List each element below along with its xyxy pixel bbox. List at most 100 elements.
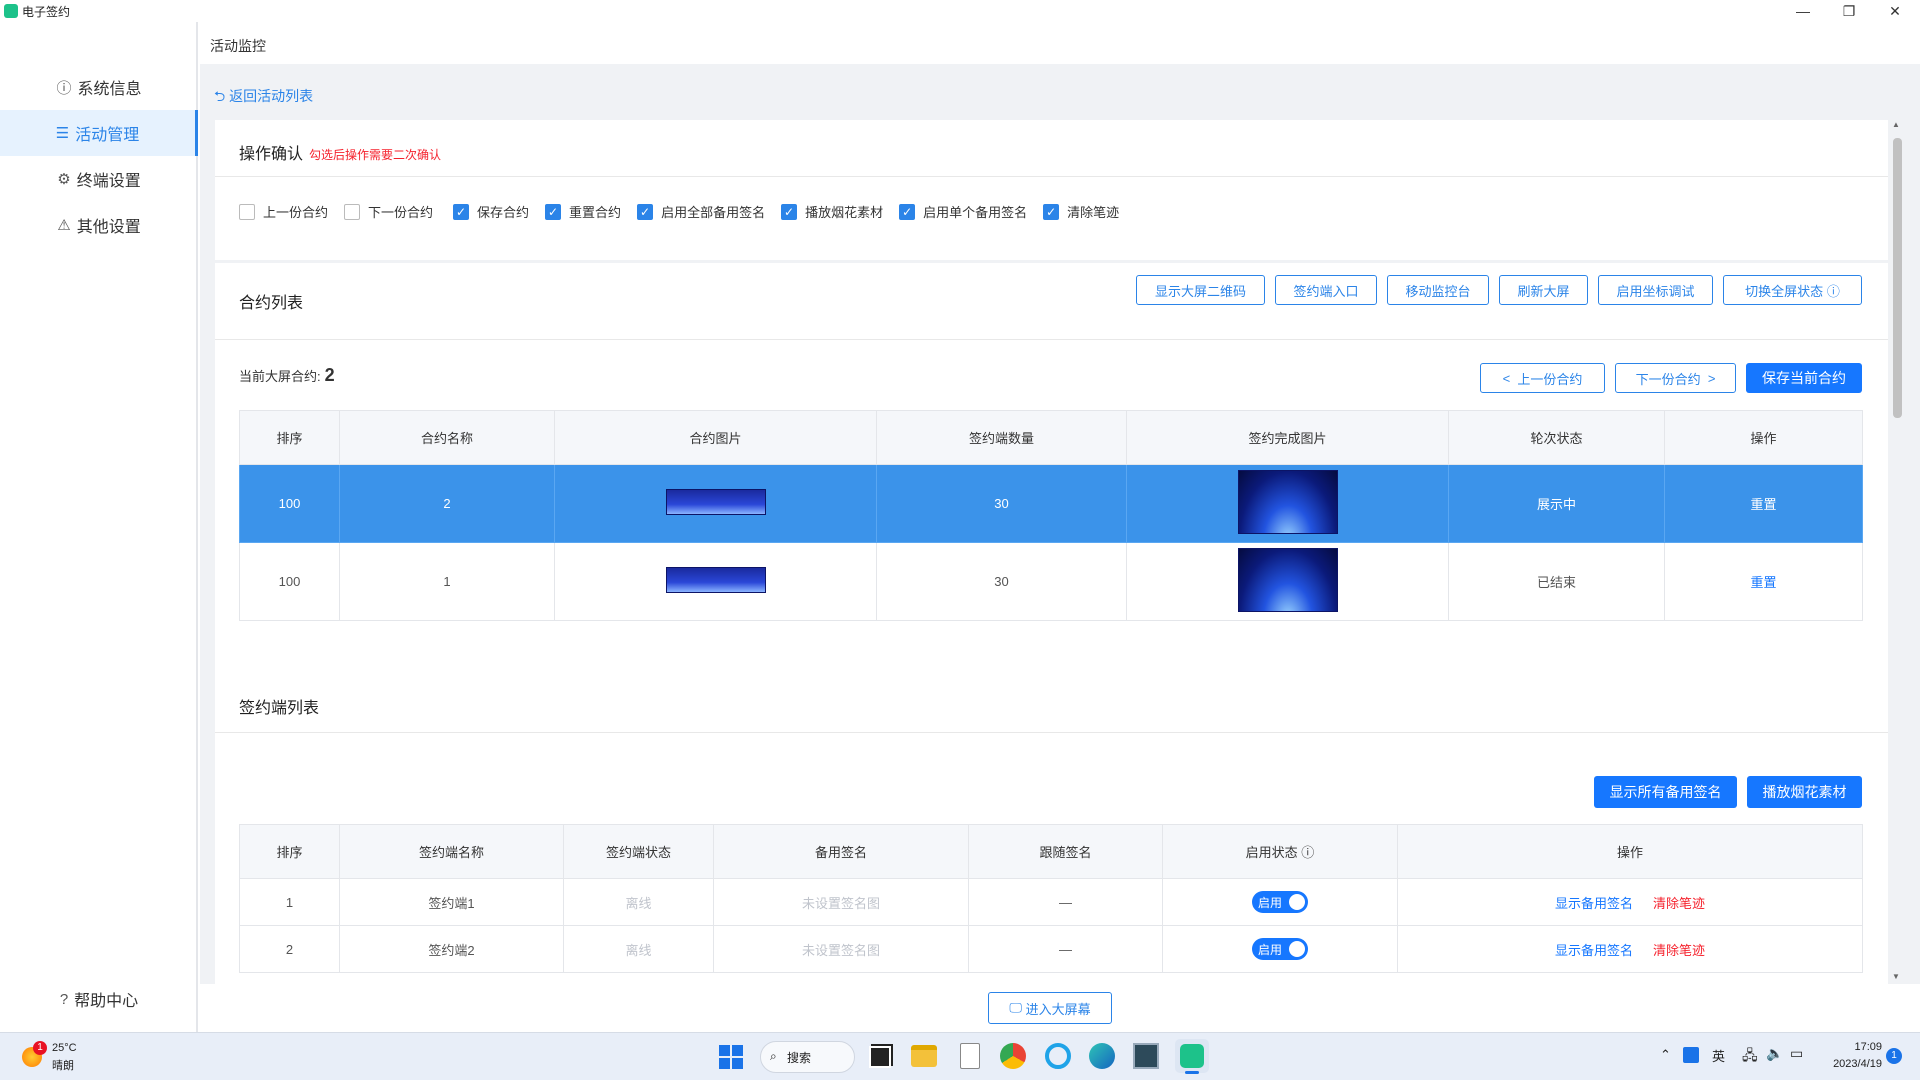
maximize-button[interactable]: ❐	[1826, 0, 1872, 22]
show-backup-link[interactable]: 显示备用签名	[1555, 896, 1633, 911]
list-icon: ☰	[55, 125, 70, 142]
completion-image[interactable]	[1237, 548, 1338, 612]
scroll-up-icon[interactable]: ▲	[1892, 120, 1900, 129]
chrome-icon[interactable]	[1000, 1043, 1026, 1069]
contract-image[interactable]	[665, 489, 766, 515]
refresh-screen-button[interactable]: 刷新大屏	[1499, 275, 1588, 305]
clear-strokes-link[interactable]: 清除笔迹	[1653, 896, 1705, 911]
task-view-icon[interactable]	[869, 1046, 891, 1068]
enable-toggle[interactable]: 启用	[1252, 938, 1308, 960]
confirm-option[interactable]: ✓ 保存合约	[453, 202, 529, 221]
sidebar-item-help[interactable]: ? 帮助中心	[0, 976, 198, 1022]
backup-signature: 未设置签名图	[713, 925, 969, 973]
contract-name: 1	[339, 542, 555, 621]
gear-icon: ⚙	[57, 171, 71, 188]
terminal-column-header: 跟随签名	[968, 824, 1163, 879]
terminal-column-header: 签约端状态	[563, 824, 714, 879]
show-backup-link[interactable]: 显示备用签名	[1555, 943, 1633, 958]
confirm-option[interactable]: ✓ 启用单个备用签名	[899, 202, 1027, 221]
minimize-button[interactable]: —	[1780, 0, 1826, 22]
confirm-option[interactable]: 下一份合约	[344, 202, 433, 221]
clock-time[interactable]: 17:09	[1822, 1041, 1882, 1053]
clear-strokes-link[interactable]: 清除笔迹	[1653, 943, 1705, 958]
enter-big-screen-button[interactable]: 🖵 进入大屏幕	[988, 992, 1112, 1024]
completion-image[interactable]	[1237, 470, 1338, 534]
help-icon: ?	[59, 990, 69, 1008]
close-button[interactable]: ✕	[1872, 0, 1918, 22]
contract-row[interactable]: 100 2 30 展示中 重置	[239, 464, 1863, 543]
volume-icon[interactable]: 🔈	[1766, 1045, 1783, 1062]
contract-image[interactable]	[665, 567, 766, 593]
confirm-title: 操作确认	[239, 146, 304, 163]
weather-desc: 晴朗	[52, 1060, 74, 1072]
info-icon[interactable]: ⓘ	[1298, 845, 1314, 860]
contract-column-header: 签约端数量	[876, 410, 1127, 465]
terminal-action-cell: 显示备用签名 清除笔迹	[1397, 878, 1863, 926]
checkbox-checked-icon[interactable]: ✓	[453, 203, 470, 220]
prev-contract-button[interactable]: < 上一份合约	[1480, 363, 1605, 393]
checkbox-checked-icon[interactable]: ✓	[545, 203, 562, 220]
tray-app-icon[interactable]	[1683, 1047, 1699, 1063]
notepad-icon[interactable]	[960, 1043, 980, 1069]
confirm-option-label: 保存合约	[477, 205, 530, 220]
scrollbar-thumb[interactable]	[1893, 138, 1902, 418]
save-contract-button[interactable]: 保存当前合约	[1746, 363, 1862, 393]
bottom-bar: 🖵 进入大屏幕	[200, 984, 1920, 1032]
terminal-action-cell: 显示备用签名 清除笔迹	[1397, 925, 1863, 973]
contract-title: 合约列表	[239, 295, 304, 312]
scroll-down-icon[interactable]: ▼	[1892, 972, 1900, 981]
terminal-state: 离线	[563, 878, 714, 926]
sidebar-item-activity[interactable]: ☰ 活动管理	[0, 110, 198, 156]
monitor-icon: 🖵	[1009, 1000, 1022, 1015]
sidebar-item-terminal-settings[interactable]: ⚙ 终端设置	[0, 156, 198, 202]
contract-order: 100	[239, 542, 340, 621]
file-explorer-icon[interactable]	[911, 1045, 937, 1067]
back-link[interactable]: ⮌ 返回活动列表	[214, 86, 313, 110]
sidebar-item-other-settings[interactable]: ⚠ 其他设置	[0, 202, 198, 248]
network-icon[interactable]: 🖧	[1742, 1045, 1758, 1069]
back-icon: ⮌	[214, 88, 226, 104]
chat-icon[interactable]	[1045, 1043, 1071, 1069]
terminal-entry-button[interactable]: 签约端入口	[1275, 275, 1377, 305]
next-contract-button[interactable]: 下一份合约 >	[1615, 363, 1736, 393]
checkbox-unchecked-icon[interactable]	[344, 203, 361, 220]
confirm-option[interactable]: ✓ 启用全部备用签名	[637, 202, 765, 221]
reset-link[interactable]: 重置	[1750, 575, 1776, 590]
fullscreen-toggle-button[interactable]: 切换全屏状态 ⓘ	[1723, 275, 1862, 305]
confirm-option[interactable]: 上一份合约	[239, 202, 328, 221]
contract-table: 排序 合约名称 合约图片 签约端数量 签约完成图片 轮次状态 操作 100 2 30 展示中 重置 1…	[239, 410, 1863, 621]
battery-icon[interactable]: ▭	[1790, 1045, 1803, 1062]
terminal-column-header: 排序	[239, 824, 340, 879]
enable-toggle[interactable]: 启用	[1252, 891, 1308, 913]
qr-code-button[interactable]: 显示大屏二维码	[1136, 275, 1265, 305]
confirm-option[interactable]: ✓ 清除笔迹	[1043, 202, 1119, 221]
mobile-monitor-button[interactable]: 移动监控台	[1387, 275, 1489, 305]
sidebar-item-system-info[interactable]: ⓘ 系统信息	[0, 64, 198, 110]
clock-date[interactable]: 2023/4/19	[1822, 1058, 1882, 1070]
ime-indicator[interactable]: 英	[1712, 1046, 1725, 1065]
terminal-column-label: 跟随签名	[1039, 845, 1092, 860]
checkbox-checked-icon[interactable]: ✓	[899, 203, 916, 220]
checkbox-checked-icon[interactable]: ✓	[1043, 203, 1060, 220]
enable-toggle-cell: 启用	[1162, 878, 1398, 926]
app-window-icon[interactable]	[1133, 1043, 1159, 1069]
contract-row[interactable]: 100 1 30 已结束 重置	[239, 542, 1863, 621]
show-all-backup-button[interactable]: 显示所有备用签名	[1594, 776, 1737, 808]
esign-taskbar-item[interactable]	[1175, 1039, 1209, 1074]
checkbox-checked-icon[interactable]: ✓	[781, 203, 798, 220]
reset-link[interactable]: 重置	[1750, 497, 1776, 512]
checkbox-checked-icon[interactable]: ✓	[637, 203, 654, 220]
confirm-option[interactable]: ✓ 重置合约	[545, 202, 621, 221]
vertical-scrollbar[interactable]: ▲ ▼	[1890, 120, 1904, 981]
chevron-up-icon[interactable]: ⌃	[1660, 1047, 1671, 1063]
fireworks-button[interactable]: 播放烟花素材	[1747, 776, 1862, 808]
checkbox-unchecked-icon[interactable]	[239, 203, 255, 220]
windows-start-icon[interactable]	[719, 1045, 743, 1069]
terminal-column-label: 排序	[276, 845, 303, 860]
notification-badge[interactable]: 1	[1886, 1048, 1902, 1064]
coordinate-debug-button[interactable]: 启用坐标调试	[1598, 275, 1713, 305]
taskbar-search[interactable]: ⌕ 搜索	[760, 1041, 855, 1073]
terminal-column-label: 操作	[1616, 845, 1643, 860]
confirm-option[interactable]: ✓ 播放烟花素材	[781, 202, 883, 221]
edge-icon[interactable]	[1089, 1043, 1115, 1069]
